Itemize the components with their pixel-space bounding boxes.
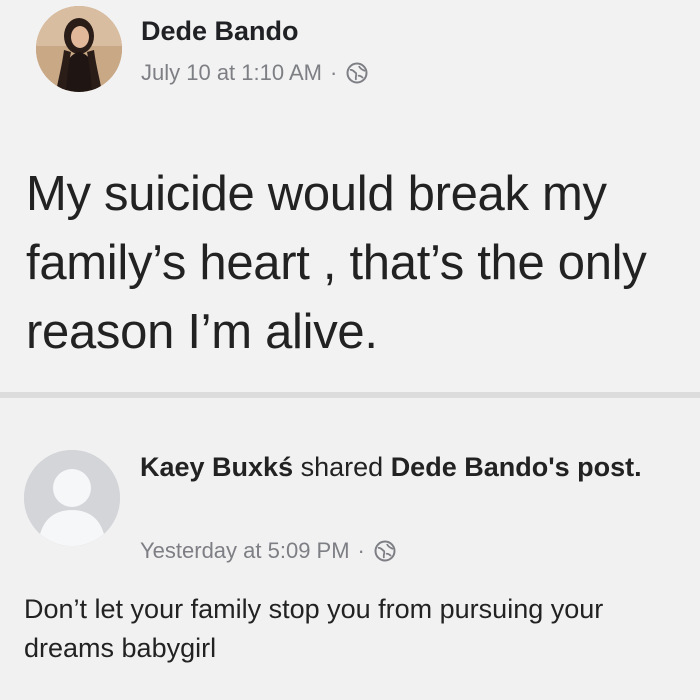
post-body-text: My suicide would break my family’s heart… xyxy=(26,167,647,359)
post-meta: July 10 at 1:10 AM · xyxy=(141,60,368,86)
original-author-link[interactable]: Dede Bando's xyxy=(391,452,570,482)
author-avatar[interactable] xyxy=(36,6,122,92)
globe-icon xyxy=(374,540,396,562)
original-post: Dede Bando July 10 at 1:10 AM · My suici… xyxy=(0,0,700,392)
profile-photo-icon xyxy=(36,6,122,92)
shared-post: Kaey Buxkś shared Dede Bando's post. Yes… xyxy=(0,398,700,700)
post-link[interactable]: post. xyxy=(577,452,642,482)
post-timestamp[interactable]: July 10 at 1:10 AM xyxy=(141,60,322,86)
meta-separator: · xyxy=(330,60,338,85)
share-timestamp[interactable]: Yesterday at 5:09 PM xyxy=(140,538,350,564)
globe-icon xyxy=(346,62,368,84)
meta-separator: · xyxy=(357,538,365,563)
sharer-name[interactable]: Kaey Buxkś xyxy=(140,452,293,482)
share-body-text: Don’t let your family stop you from purs… xyxy=(24,594,604,663)
share-header: Kaey Buxkś shared Dede Bando's post. xyxy=(140,450,695,485)
author-name[interactable]: Dede Bando xyxy=(141,16,299,47)
share-meta: Yesterday at 5:09 PM · xyxy=(140,538,396,564)
share-action: shared xyxy=(300,452,384,482)
sharer-avatar[interactable] xyxy=(24,450,120,546)
default-profile-avatar-icon xyxy=(24,450,120,546)
